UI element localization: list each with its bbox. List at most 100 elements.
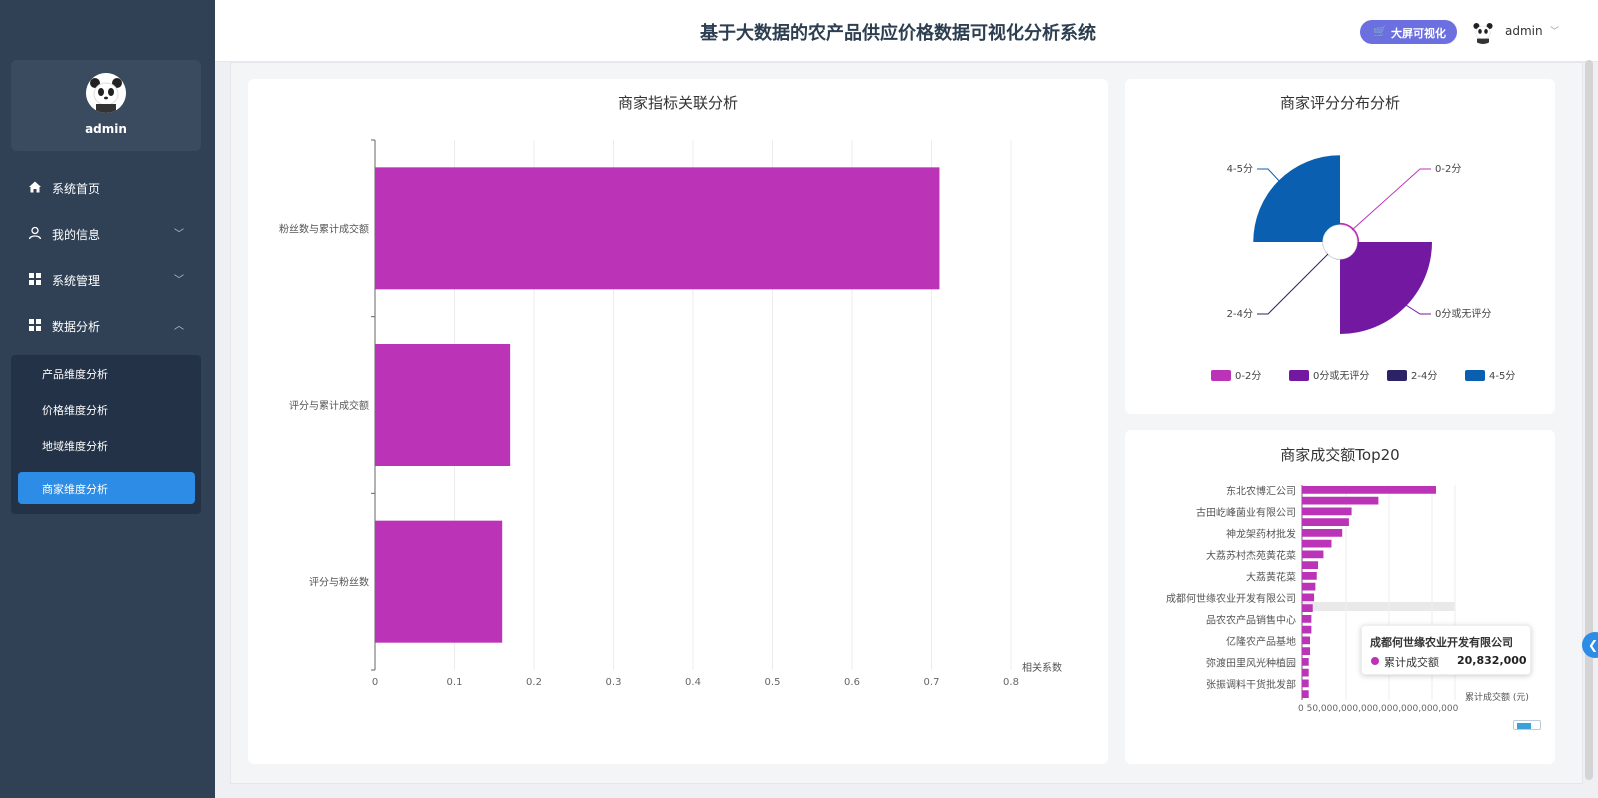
- y-category-label: 张振调料干货批发部: [1206, 678, 1296, 691]
- tooltip-value: 20,832,000: [1457, 654, 1527, 667]
- sidebar-item-product-analysis[interactable]: 产品维度分析: [18, 357, 195, 389]
- bar-17: [1302, 658, 1309, 666]
- bigscreen-button-label: 大屏可视化: [1391, 27, 1446, 40]
- y-category-label: 亿隆农产品基地: [1226, 635, 1296, 648]
- x-tick-label: 0.8: [1003, 677, 1019, 688]
- bar-1: [1302, 486, 1436, 494]
- home-icon: [29, 181, 41, 193]
- bigscreen-button[interactable]: 🛒 大屏可视化: [1360, 20, 1457, 44]
- x-tick-label: 0.3: [606, 677, 622, 688]
- rating-rose-chart: 0-2分 0分或无评分 2-4分 4-5分 0-2分 0分或无评分 2-4分 4-5分: [1211, 155, 1515, 382]
- slice-label: 2-4分: [1227, 308, 1253, 320]
- label-leader-line: [1257, 253, 1329, 315]
- sidebar-item-home[interactable]: 系统首页: [0, 168, 215, 208]
- cart-icon: 🛒: [1373, 25, 1387, 38]
- y-category-label: 评分与粉丝数: [309, 576, 369, 589]
- bar-15: [1302, 636, 1311, 645]
- chart-tooltip: 成都何世缘农业开发有限公司 累计成交额 20,832,000: [1361, 625, 1531, 675]
- rating-distribution-card: 商家评分分布分析 0-2分 0分或无评分 2-4分 4-5分 0-2分 0分或无评分 2-4…: [1125, 79, 1555, 414]
- grid-icon: [29, 319, 41, 331]
- user-icon: [28, 226, 42, 240]
- tooltip-series-dot: [1371, 657, 1379, 665]
- sidebar-item-label: 地域维度分析: [42, 440, 108, 453]
- correlation-bar-chart: 0 0.1 0.2 0.3 0.4 0.5 0.6 0.7 0.8 粉丝数与累计成交额评分与累计成…: [279, 139, 1062, 688]
- grid-icon: [29, 273, 41, 285]
- y-category-label: 神龙架药材批发: [1226, 527, 1296, 540]
- label-leader-line: [1351, 168, 1431, 231]
- chevron-down-icon: ﹀: [174, 275, 184, 286]
- datazoom-slider[interactable]: [1513, 720, 1541, 730]
- legend-swatch: [1465, 370, 1485, 381]
- legend-label: 2-4分: [1411, 370, 1437, 382]
- y-category-label: 评分与累计成交额: [289, 399, 369, 412]
- bar-1: [375, 167, 940, 290]
- bar-18: [1302, 668, 1309, 677]
- x-tick-label: 0.1: [447, 677, 463, 688]
- top20-chart-card: 商家成交额Top20 东北农博汇公司 古田屹峰菌业有限公司 神龙架药材批发 大荔苏村杰…: [1125, 430, 1555, 764]
- y-category-label: 成都何世缘农业开发有限公司: [1166, 592, 1296, 605]
- x-tick-label: 0.2: [526, 677, 542, 688]
- slice-label: 0-2分: [1435, 163, 1461, 175]
- sidebar-item-label: 系统首页: [52, 182, 101, 196]
- rose-slice-4: [1253, 155, 1340, 242]
- chevron-down-icon: ﹀: [174, 229, 184, 240]
- sidebar-item-my-info[interactable]: 我的信息 ﹀: [0, 214, 215, 254]
- header-username[interactable]: admin: [1505, 24, 1543, 38]
- sidebar-item-price-analysis[interactable]: 价格维度分析: [18, 393, 195, 425]
- bar-12: [1302, 604, 1313, 612]
- avatar[interactable]: [86, 73, 126, 113]
- legend-label: 0分或无评分: [1313, 370, 1369, 382]
- bar-20: [1302, 690, 1309, 698]
- legend-swatch: [1289, 370, 1309, 381]
- sidebar-item-merchant-analysis[interactable]: 商家维度分析: [18, 472, 195, 504]
- bar-16: [1302, 647, 1311, 655]
- sidebar-item-region-analysis[interactable]: 地域维度分析: [18, 429, 195, 461]
- x-tick-label: 0.4: [685, 677, 701, 688]
- y-category-label: 粉丝数与累计成交额: [279, 222, 369, 235]
- bar-19: [1302, 679, 1309, 688]
- bar-2: [1302, 496, 1379, 505]
- panda-avatar-icon: [1471, 20, 1495, 44]
- x-axis-title: 相关系数: [1022, 661, 1062, 674]
- bar-3: [1302, 507, 1352, 516]
- page-scrollbar[interactable]: [1585, 60, 1593, 780]
- x-tick-label: 0.7: [924, 677, 940, 688]
- bar-2: [375, 344, 511, 466]
- panda-avatar-icon: [86, 73, 126, 113]
- sidebar-item-system-management[interactable]: 系统管理 ﹀: [0, 260, 215, 300]
- top20-bar-chart: 东北农博汇公司古田屹峰菌业有限公司神龙架药材批发大荔苏村杰苑黄花菜大荔黄花菜成都…: [1166, 484, 1529, 714]
- datazoom-handle[interactable]: [1517, 723, 1531, 729]
- x-tick-label: 0.6: [844, 677, 860, 688]
- sidebar-item-label: 产品维度分析: [42, 368, 108, 381]
- sidebar-item-label: 商家维度分析: [42, 483, 108, 496]
- bar-6: [1302, 539, 1332, 548]
- y-category-label: 古田屹峰菌业有限公司: [1196, 506, 1296, 519]
- sidebar-item-data-analysis[interactable]: 数据分析 ︿: [0, 306, 215, 346]
- bar-8: [1302, 561, 1319, 569]
- sidebar-username: admin: [85, 122, 127, 136]
- bar-5: [1302, 529, 1343, 537]
- tooltip-title: 成都何世缘农业开发有限公司: [1370, 636, 1513, 649]
- tooltip-series-name: 累计成交额: [1384, 656, 1439, 669]
- slice-label: 0分或无评分: [1435, 308, 1491, 320]
- header: 基于大数据的农产品供应价格数据可视化分析系统 🛒 大屏可视化 admin ﹀: [215, 0, 1598, 62]
- bar-4: [1302, 518, 1349, 526]
- y-category-label: 品农农产品销售中心: [1206, 613, 1296, 626]
- chevron-down-icon[interactable]: ﹀: [1550, 24, 1559, 37]
- rose-slice-2: [1340, 242, 1432, 334]
- legend-label: 4-5分: [1489, 370, 1515, 382]
- chevron-up-icon: ︿: [174, 321, 184, 332]
- sidebar-item-label: 我的信息: [52, 228, 101, 242]
- bar-10: [1302, 582, 1316, 591]
- legend-label: 0-2分: [1235, 370, 1261, 382]
- bar-14: [1302, 625, 1312, 634]
- legend-swatch: [1211, 370, 1231, 381]
- correlation-chart-card: 商家指标关联分析 0 0.1 0.2 0.3 0.4 0.5 0.6 0.7 0.8 粉丝数与累计…: [248, 79, 1108, 764]
- x-tick-label: 0.5: [765, 677, 781, 688]
- sidebar: admin 系统首页 我的信息 ﹀ 系统管理 ﹀ 数据分析 ︿ 产品维度分析 价…: [0, 0, 215, 798]
- bar-9: [1302, 572, 1317, 580]
- header-avatar[interactable]: [1471, 20, 1495, 44]
- user-card: admin: [11, 60, 201, 151]
- rose-center-hole: [1322, 224, 1358, 260]
- x-tick-labels: 0 50,000,000,000,000,000,000,000: [1298, 704, 1459, 714]
